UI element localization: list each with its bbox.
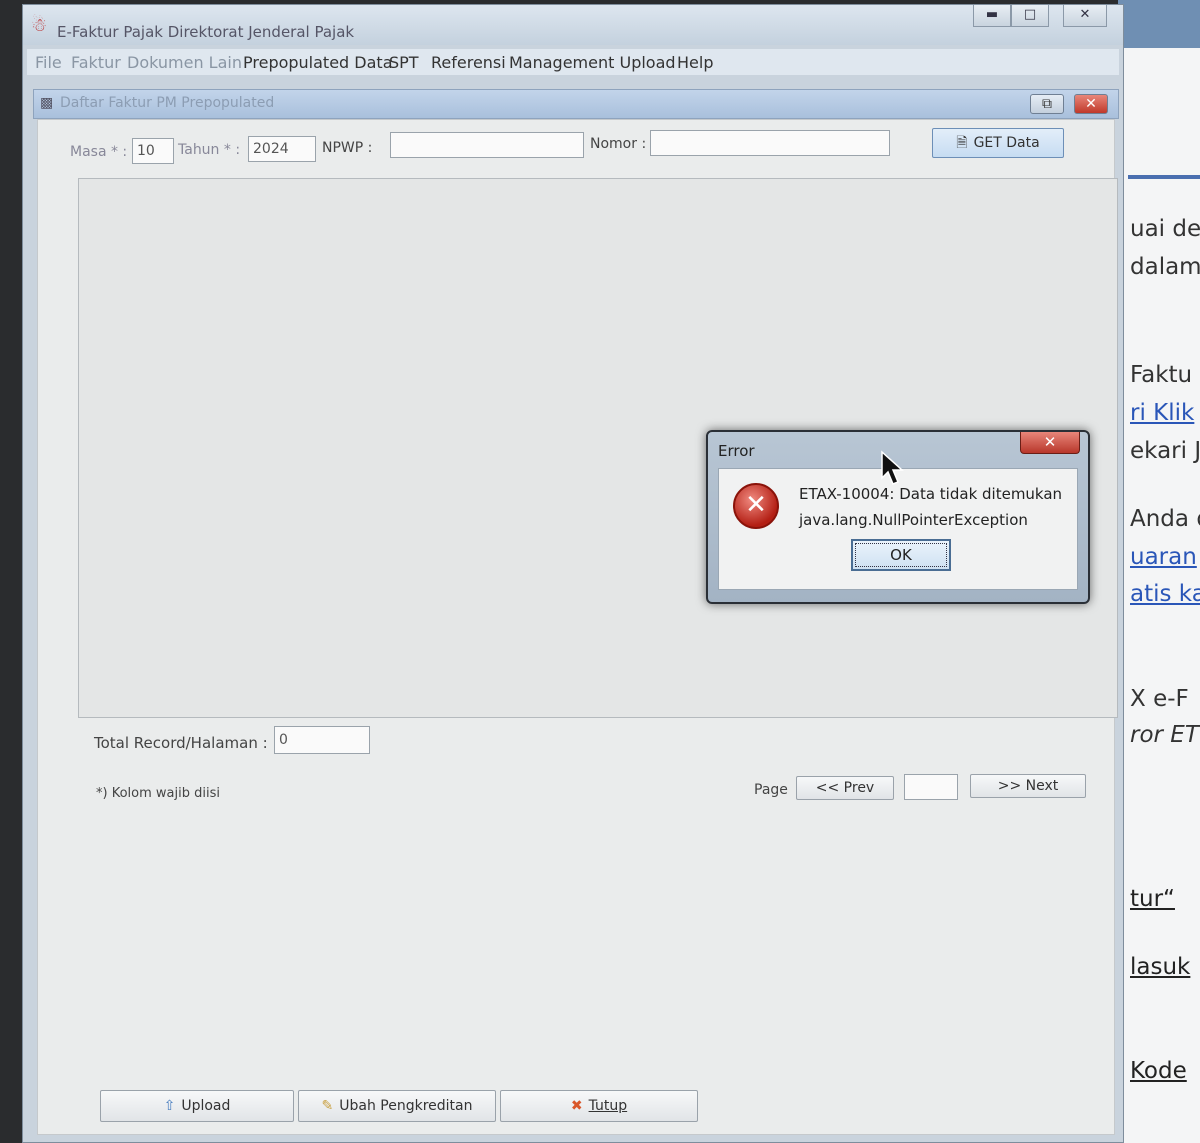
title-bar[interactable]: ☃ E-Faktur Pajak Direktorat Jenderal Paj…	[23, 5, 1123, 45]
close-icon[interactable]: ✕	[1063, 5, 1107, 27]
daftar-faktur-panel: Masa * : Tahun * : NPWP : Nomor : 🗎 GET D…	[37, 119, 1118, 1135]
error-message-line2: java.lang.NullPointerException	[799, 511, 1028, 529]
restore-icon[interactable]: ⧉	[1030, 94, 1064, 114]
error-message-line1: ETAX-10004: Data tidak ditemukan	[799, 485, 1063, 503]
divider-line	[1128, 175, 1200, 179]
page-input[interactable]	[904, 774, 958, 800]
get-data-button[interactable]: 🗎 GET Data	[932, 128, 1064, 158]
bg-text: ekari J	[1130, 438, 1200, 464]
bg-text: X e-F	[1130, 686, 1189, 712]
tutup-label: Tutup	[588, 1098, 628, 1114]
document-icon: 🗎	[956, 135, 968, 151]
nomor-input[interactable]	[650, 130, 890, 156]
prev-button[interactable]: << Prev	[796, 776, 894, 800]
bg-text: tur“	[1130, 886, 1175, 912]
tahun-label: Tahun * :	[178, 142, 241, 158]
upload-label: Upload	[181, 1098, 231, 1114]
menu-referensi[interactable]: Referensi	[431, 53, 506, 72]
masa-label: Masa * :	[70, 144, 128, 160]
error-icon: ✕	[733, 483, 779, 529]
edit-icon: ✎	[321, 1098, 334, 1114]
menu-faktur[interactable]: Faktur	[71, 53, 121, 72]
dialog-title: Error	[718, 442, 755, 460]
get-data-label: GET Data	[973, 135, 1040, 151]
bg-text: dalam	[1130, 254, 1200, 280]
frame-close-icon[interactable]: ✕	[1074, 94, 1108, 114]
bg-link[interactable]: uaran	[1130, 544, 1197, 570]
upload-button[interactable]: ⇧ Upload	[100, 1090, 294, 1122]
bg-text: Faktu	[1130, 362, 1193, 388]
next-button[interactable]: >> Next	[970, 774, 1086, 798]
bg-link[interactable]: atis ka	[1130, 581, 1200, 607]
tutup-button[interactable]: ✖ Tutup	[500, 1090, 698, 1122]
bg-link[interactable]: ri Klik	[1130, 400, 1194, 426]
menu-prepopulated-data[interactable]: Prepopulated Data	[243, 53, 393, 72]
page-label: Page	[754, 782, 788, 798]
bg-text: ror ET	[1130, 722, 1199, 748]
internal-frame-titlebar[interactable]: ▩ Daftar Faktur PM Prepopulated ⧉ ✕	[33, 89, 1119, 119]
upload-icon: ⇧	[163, 1098, 176, 1114]
menu-spt[interactable]: SPT	[389, 53, 419, 72]
menu-management-upload[interactable]: Management Upload	[509, 53, 676, 72]
masa-input[interactable]	[132, 138, 174, 164]
npwp-input[interactable]	[390, 132, 584, 158]
window-title: E-Faktur Pajak Direktorat Jenderal Pajak	[57, 23, 355, 41]
total-record-label: Total Record/Halaman :	[94, 734, 268, 752]
menu-dokumen-lain[interactable]: Dokumen Lain	[127, 53, 242, 72]
ubah-pengkreditan-button[interactable]: ✎ Ubah Pengkreditan	[298, 1090, 496, 1122]
menu-bar: File Faktur Dokumen Lain Prepopulated Da…	[27, 49, 1119, 75]
ubah-label: Ubah Pengkreditan	[339, 1098, 473, 1114]
total-record-input[interactable]	[274, 726, 370, 754]
nomor-label: Nomor :	[590, 136, 647, 152]
mouse-cursor-icon	[881, 450, 904, 485]
menu-file[interactable]: File	[35, 53, 62, 72]
bg-text: Kode	[1130, 1058, 1187, 1084]
minimize-icon[interactable]: ▬	[973, 5, 1011, 27]
menu-help[interactable]: Help	[677, 53, 713, 72]
dialog-close-icon[interactable]: ✕	[1020, 432, 1080, 454]
close-x-icon: ✖	[570, 1098, 583, 1114]
frame-icon: ▩	[40, 95, 54, 111]
background-browser-page: uai de dalam Faktu ri Klik ekari J Anda …	[1118, 0, 1200, 1143]
bg-text: Anda d	[1130, 506, 1200, 532]
npwp-label: NPWP :	[322, 140, 373, 156]
tahun-input[interactable]	[248, 136, 316, 162]
bg-text: lasuk	[1130, 954, 1191, 980]
internal-frame-title: Daftar Faktur PM Prepopulated	[60, 95, 275, 111]
maximize-icon[interactable]: □	[1011, 5, 1049, 27]
browser-topbar	[1118, 0, 1200, 48]
ok-button[interactable]: OK	[851, 539, 951, 571]
bg-text: uai de	[1130, 216, 1200, 242]
app-logo-icon: ☃	[31, 15, 48, 36]
required-note: *) Kolom wajib diisi	[96, 786, 220, 801]
